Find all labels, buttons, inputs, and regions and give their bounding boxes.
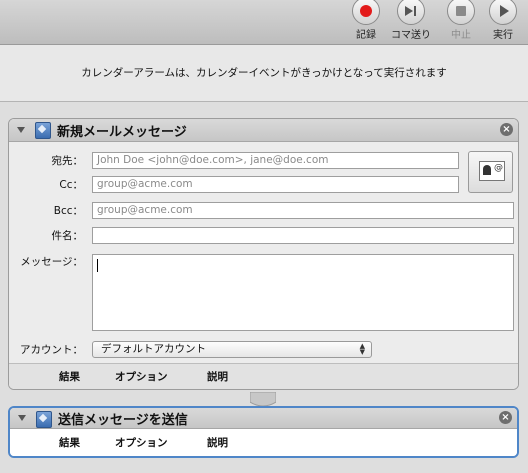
record-icon bbox=[352, 0, 380, 25]
to-label: 宛先： bbox=[51, 155, 84, 167]
run-button[interactable]: 実行 bbox=[483, 0, 523, 44]
action-send-outgoing-messages[interactable]: 送信メッセージを送信 × 結果 オプション 説明 bbox=[8, 406, 519, 458]
address-card-icon bbox=[479, 161, 505, 181]
account-label: アカウント： bbox=[20, 344, 83, 356]
toolbar: 記録 コマ送り 中止 実行 bbox=[0, 0, 528, 45]
cc-label: Cc： bbox=[59, 179, 83, 191]
step-button[interactable]: コマ送り bbox=[391, 0, 431, 44]
run-icon bbox=[489, 0, 517, 25]
bcc-label: Bcc： bbox=[53, 205, 83, 217]
cc-field[interactable]: group@acme.com bbox=[92, 176, 459, 193]
tab-description[interactable]: 説明 bbox=[207, 435, 228, 450]
text-caret bbox=[97, 259, 98, 272]
bcc-field[interactable]: group@acme.com bbox=[92, 202, 514, 219]
to-field[interactable]: John Doe <john@doe.com>, jane@doe.com bbox=[92, 152, 459, 169]
workflow-description: カレンダーアラームは、カレンダーイベントがきっかけとなって実行されます bbox=[0, 45, 528, 102]
workflow-area: 新規メールメッセージ × 宛先： John Doe <john@doe.com>… bbox=[0, 102, 528, 473]
address-book-button[interactable] bbox=[468, 151, 513, 193]
step-icon bbox=[397, 0, 425, 25]
mail-action-icon bbox=[35, 122, 51, 139]
stop-button[interactable]: 中止 bbox=[441, 0, 481, 44]
stop-icon bbox=[447, 0, 475, 25]
account-value: デフォルトアカウント bbox=[101, 343, 206, 355]
record-label: 記録 bbox=[356, 30, 376, 41]
subject-label: 件名： bbox=[51, 230, 84, 242]
disclosure-triangle-icon[interactable] bbox=[18, 415, 26, 421]
tab-results[interactable]: 結果 bbox=[59, 435, 80, 450]
action-title: 送信メッセージを送信 bbox=[58, 413, 188, 428]
popup-arrows-icon: ▲ ▼ bbox=[359, 342, 365, 356]
tab-description[interactable]: 説明 bbox=[207, 369, 228, 384]
record-button[interactable]: 記録 bbox=[346, 0, 386, 44]
action-title: 新規メールメッセージ bbox=[57, 125, 187, 140]
subject-field[interactable] bbox=[92, 227, 514, 244]
message-label: メッセージ： bbox=[20, 256, 83, 268]
action-tabs: 結果 オプション 説明 bbox=[9, 363, 518, 389]
close-icon[interactable]: × bbox=[500, 123, 513, 136]
message-textarea[interactable] bbox=[92, 254, 514, 331]
step-label: コマ送り bbox=[391, 30, 431, 41]
mail-form: 宛先： John Doe <john@doe.com>, jane@doe.co… bbox=[9, 142, 518, 364]
action-header[interactable]: 送信メッセージを送信 × bbox=[10, 408, 517, 429]
mail-action-icon bbox=[36, 411, 52, 428]
disclosure-triangle-icon[interactable] bbox=[17, 127, 25, 133]
tab-options[interactable]: オプション bbox=[115, 435, 168, 450]
close-icon[interactable]: × bbox=[499, 411, 512, 424]
stop-label: 中止 bbox=[451, 30, 471, 41]
action-new-mail-message[interactable]: 新規メールメッセージ × 宛先： John Doe <john@doe.com>… bbox=[8, 118, 519, 390]
account-select[interactable]: デフォルトアカウント ▲ ▼ bbox=[92, 341, 372, 358]
tab-results[interactable]: 結果 bbox=[59, 369, 80, 384]
run-label: 実行 bbox=[493, 30, 513, 41]
action-header[interactable]: 新規メールメッセージ × bbox=[9, 119, 518, 142]
action-tabs: 結果 オプション 説明 bbox=[10, 431, 517, 456]
tab-options[interactable]: オプション bbox=[115, 369, 168, 384]
